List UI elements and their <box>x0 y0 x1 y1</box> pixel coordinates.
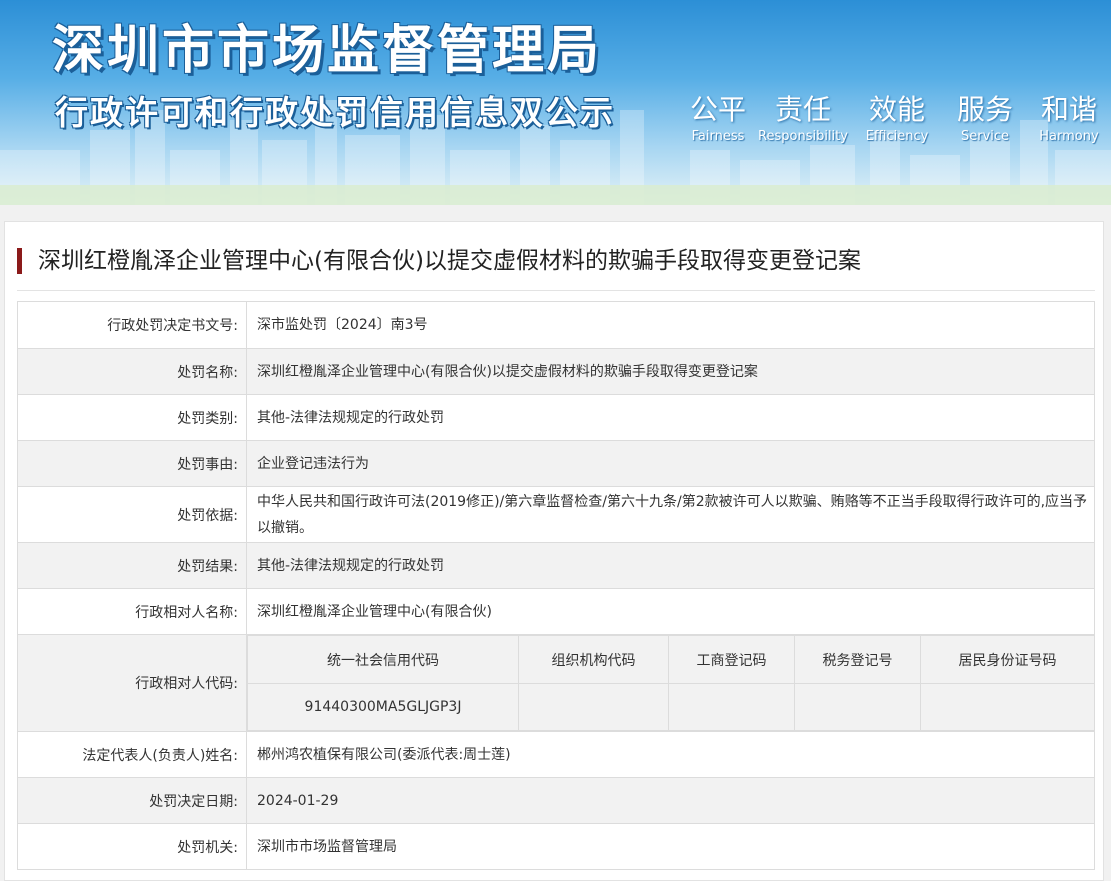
penalty-result-value: 其他-法律法规规定的行政处罚 <box>246 542 1095 589</box>
credit-code-value: 91440300MA5GLJGP3J <box>247 683 519 731</box>
penalty-name-value: 深圳红橙胤泽企业管理中心(有限合伙)以提交虚假材料的欺骗手段取得变更登记案 <box>246 348 1095 395</box>
table-row: 处罚机关: 深圳市市场监督管理局 <box>17 823 1095 870</box>
decision-date-value: 2024-01-29 <box>246 777 1095 824</box>
party-name-value: 深圳红橙胤泽企业管理中心(有限合伙) <box>246 588 1095 635</box>
penalty-basis-label: 处罚依据: <box>17 486 247 543</box>
penalty-name-label: 处罚名称: <box>17 348 247 395</box>
tax-reg-header: 税务登记号 <box>794 635 921 684</box>
slogan-harmony: 和谐 Harmony <box>1039 93 1099 144</box>
table-row: 处罚结果: 其他-法律法规规定的行政处罚 <box>17 542 1095 589</box>
party-code-table: 统一社会信用代码 组织机构代码 工商登记码 税务登记号 居民身份证号码 9144… <box>247 635 1094 731</box>
table-row: 处罚名称: 深圳红橙胤泽企业管理中心(有限合伙)以提交虚假材料的欺骗手段取得变更… <box>17 348 1095 395</box>
title-accent-bar <box>17 248 22 274</box>
legal-rep-value: 郴州鸿农植保有限公司(委派代表:周士莲) <box>246 731 1095 778</box>
business-reg-header: 工商登记码 <box>668 635 795 684</box>
doc-no-label: 行政处罚决定书文号: <box>17 301 247 349</box>
header-banner: 深圳市市场监督管理局 行政许可和行政处罚信用信息双公示 公平 Fairness … <box>0 0 1111 205</box>
penalty-result-label: 处罚结果: <box>17 542 247 589</box>
table-row: 行政相对人名称: 深圳红橙胤泽企业管理中心(有限合伙) <box>17 588 1095 635</box>
table-row: 法定代表人(负责人)姓名: 郴州鸿农植保有限公司(委派代表:周士莲) <box>17 731 1095 778</box>
table-row: 处罚事由: 企业登记违法行为 <box>17 440 1095 487</box>
penalty-category-label: 处罚类别: <box>17 394 247 441</box>
table-row: 处罚决定日期: 2024-01-29 <box>17 777 1095 824</box>
org-code-value <box>518 683 669 731</box>
party-name-label: 行政相对人名称: <box>17 588 247 635</box>
slogan-service: 服务 Service <box>956 93 1013 144</box>
legal-rep-label: 法定代表人(负责人)姓名: <box>17 731 247 778</box>
penalty-reason-label: 处罚事由: <box>17 440 247 487</box>
business-reg-value <box>668 683 795 731</box>
table-row: 处罚依据: 中华人民共和国行政许可法(2019修正)/第六章监督检查/第六十九条… <box>17 486 1095 543</box>
slogan-row: 公平 Fairness 责任 Responsibility 效能 Efficie… <box>683 92 1109 144</box>
agency-title: 深圳市市场监督管理局 <box>52 21 603 81</box>
credit-code-header: 统一社会信用代码 <box>247 635 519 684</box>
code-header-row: 统一社会信用代码 组织机构代码 工商登记码 税务登记号 居民身份证号码 <box>247 635 1094 684</box>
party-code-cell: 统一社会信用代码 组织机构代码 工商登记码 税务登记号 居民身份证号码 9144… <box>246 634 1095 732</box>
doc-no-value: 深市监处罚〔2024〕南3号 <box>246 301 1095 349</box>
penalty-category-value: 其他-法律法规规定的行政处罚 <box>246 394 1095 441</box>
code-value-row: 91440300MA5GLJGP3J <box>247 683 1094 731</box>
portal-subtitle: 行政许可和行政处罚信用信息双公示 <box>55 93 615 132</box>
authority-value: 深圳市市场监督管理局 <box>246 823 1095 870</box>
title-divider <box>17 290 1095 291</box>
org-code-header: 组织机构代码 <box>518 635 669 684</box>
slogan-efficiency: 效能 Efficiency <box>865 93 929 144</box>
page-title: 深圳红橙胤泽企业管理中心(有限合伙)以提交虚假材料的欺骗手段取得变更登记案 <box>38 248 861 274</box>
party-code-label: 行政相对人代码: <box>17 634 247 732</box>
tax-reg-value <box>794 683 921 731</box>
slogan-fairness: 公平 Fairness <box>689 93 746 144</box>
id-card-header: 居民身份证号码 <box>920 635 1094 684</box>
slogan-responsibility: 责任 Responsibility <box>758 93 848 144</box>
table-row: 行政处罚决定书文号: 深市监处罚〔2024〕南3号 <box>17 301 1095 349</box>
penalty-basis-value: 中华人民共和国行政许可法(2019修正)/第六章监督检查/第六十九条/第2款被许… <box>246 486 1095 543</box>
table-row: 处罚类别: 其他-法律法规规定的行政处罚 <box>17 394 1095 441</box>
decision-date-label: 处罚决定日期: <box>17 777 247 824</box>
authority-label: 处罚机关: <box>17 823 247 870</box>
penalty-reason-value: 企业登记违法行为 <box>246 440 1095 487</box>
penalty-info-table: 行政处罚决定书文号: 深市监处罚〔2024〕南3号 处罚名称: 深圳红橙胤泽企业… <box>17 301 1095 870</box>
detail-panel: 深圳红橙胤泽企业管理中心(有限合伙)以提交虚假材料的欺骗手段取得变更登记案 行政… <box>4 221 1104 881</box>
id-card-value <box>920 683 1094 731</box>
table-row: 行政相对人代码: 统一社会信用代码 组织机构代码 工商登记码 税务登记号 居民身… <box>17 634 1095 732</box>
